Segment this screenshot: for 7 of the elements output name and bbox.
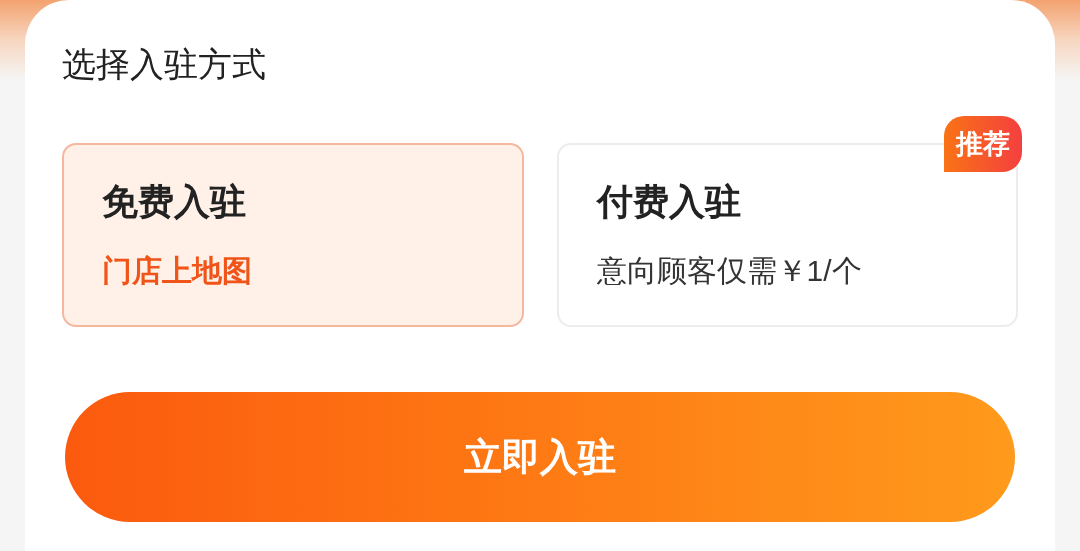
option-card[interactable]: 免费入驻 门店上地图 <box>62 143 524 327</box>
option-description: 门店上地图 <box>102 253 252 289</box>
option-title: 免费入驻 <box>102 180 246 224</box>
recommend-badge: 推荐 <box>944 116 1022 172</box>
option-title: 付费入驻 <box>596 180 741 224</box>
option-description: 意向顾客仅需￥1/个 <box>596 253 862 289</box>
section-title: 选择入驻方式 <box>62 44 267 85</box>
